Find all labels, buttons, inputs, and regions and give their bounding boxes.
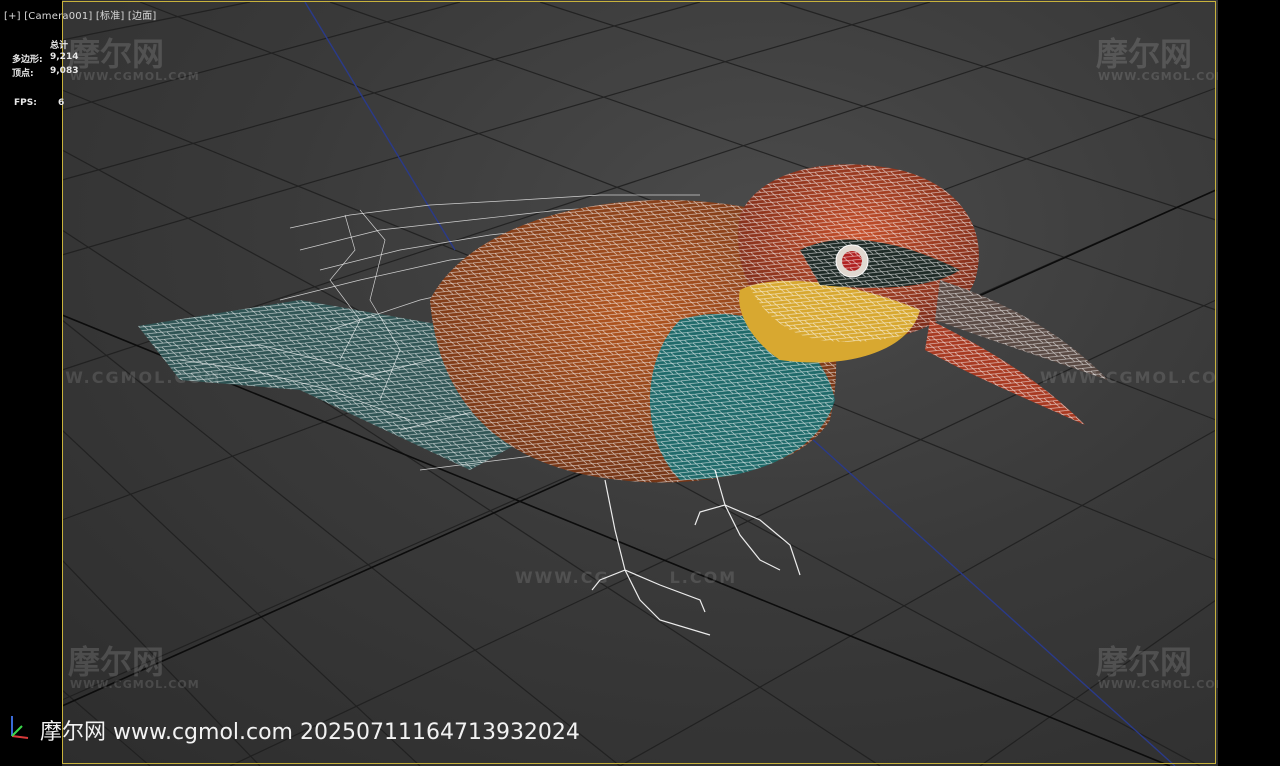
watermark-logo: 摩尔网: [68, 35, 165, 73]
watermark-url: WWW.CGMOL.COM: [1040, 368, 1236, 387]
stats-header: 总计: [50, 41, 69, 51]
right-margin: [1218, 0, 1280, 766]
left-margin: [0, 0, 62, 766]
watermark-sub: WWW.CGMOL.COM: [70, 70, 200, 83]
watermark-sub: WWW.CGMOL.COM: [1098, 678, 1228, 691]
watermark-sub: WWW.CGMOL.COM: [70, 678, 200, 691]
watermark-logo: 摩尔网: [1096, 35, 1193, 73]
viewport-menu-button[interactable]: [+]: [4, 11, 21, 22]
bottom-watermark: 摩尔网 www.cgmol.com 20250711164713932024: [40, 720, 580, 745]
verts-label: 顶点:: [12, 69, 34, 79]
3d-viewport[interactable]: 摩尔网 WWW.CGMOL.COM 摩尔网 WWW.CGMOL.COM 摩尔网 …: [0, 0, 1280, 766]
polys-label: 多边形:: [12, 55, 43, 65]
fps-label: FPS:: [14, 98, 37, 108]
bird-model: [138, 164, 1108, 636]
axis-gizmo-icon: [11, 716, 29, 739]
watermark-url: WWW.CG L.COM: [515, 568, 738, 587]
watermark-logo: 摩尔网: [1096, 643, 1193, 681]
watermark-sub: WWW.CGMOL.COM: [1098, 70, 1228, 83]
watermark-logo: 摩尔网: [68, 643, 165, 681]
viewport-display-button[interactable]: [边面]: [128, 11, 157, 22]
viewport-camera-button[interactable]: [Camera001]: [24, 11, 92, 22]
fps-value: 6: [58, 98, 65, 108]
polys-value: 9,214: [50, 52, 79, 62]
viewport-label: [+] [Camera001] [标准] [边面]: [4, 7, 157, 22]
verts-value: 9,083: [50, 66, 79, 76]
viewport-shading-button[interactable]: [标准]: [96, 11, 125, 22]
